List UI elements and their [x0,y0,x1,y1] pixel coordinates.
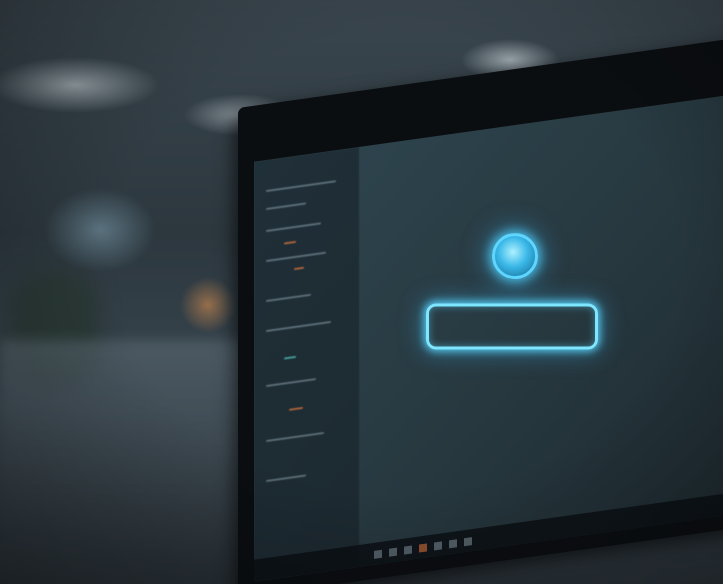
panel-line-highlight [289,406,303,411]
taskbar-icon [419,543,427,553]
blurred-desk [0,340,260,584]
panel-line [266,431,324,443]
monitor-screen [254,92,723,582]
panel-line [266,320,331,333]
taskbar-icon [449,539,457,549]
taskbar-icon [389,547,397,557]
taskbar-icon [374,549,382,559]
taskbar-icon [404,545,412,555]
computer-monitor [238,34,723,584]
panel-line [266,222,321,233]
panel-line [266,180,336,193]
panel-line-highlight [284,240,296,245]
panel-line [266,251,326,263]
taskbar-icon [464,537,472,547]
chat-bubble-icon [426,303,598,350]
screen-side-panel [254,146,359,582]
panel-line [266,378,316,388]
panel-line [266,202,306,211]
avatar-circle-icon [492,233,538,280]
panel-line-highlight [284,355,296,360]
panel-line [266,293,311,303]
panel-line [266,474,306,483]
office-photo-background [0,0,723,584]
taskbar-icon [434,541,442,551]
panel-line-highlight [294,266,304,271]
